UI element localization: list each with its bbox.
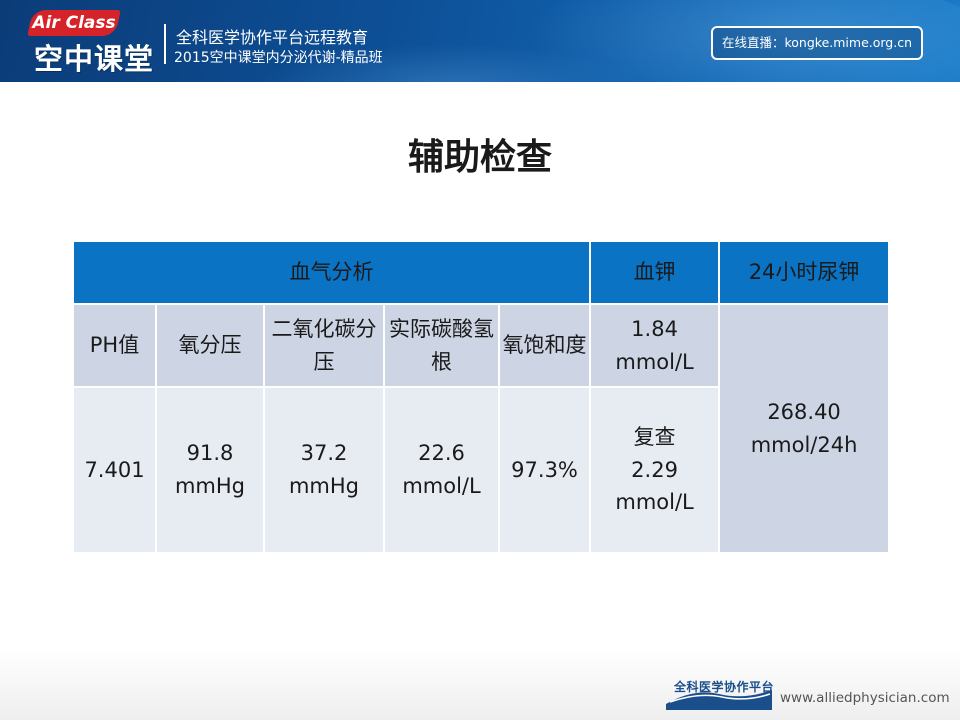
value-hco3: 22.6 mmol/L <box>383 386 500 554</box>
label-po2: 氧分压 <box>155 303 265 388</box>
footer-band <box>0 650 960 720</box>
potassium-first-value: 1.84 mmol/L <box>589 303 721 388</box>
table-row: PH值 氧分压 二氧化碳分压 实际碳酸氢根 氧饱和度 1.84 mmol/L 2… <box>72 303 891 554</box>
potassium-recheck-label: 复查 <box>633 425 676 450</box>
header-potassium: 血钾 <box>589 240 721 305</box>
value-pco2: 37.2 mmHg <box>263 386 385 554</box>
logo-en-text: Air Class <box>32 13 116 33</box>
live-stream-link[interactable]: 在线直播：kongke.mime.org.cn <box>711 26 923 60</box>
label-ph: PH值 <box>72 303 157 388</box>
air-class-logo: Air Class <box>27 10 121 36</box>
value-ph: 7.401 <box>72 386 157 554</box>
header-urine-potassium: 24小时尿钾 <box>718 240 891 305</box>
potassium-recheck-cell: 复查 2.29 mmol/L <box>589 386 721 554</box>
label-so2: 氧饱和度 <box>497 303 592 388</box>
exam-table: 血气分析 血钾 24小时尿钾 PH值 氧分压 二氧化碳分压 实际碳酸氢根 氧饱和… <box>71 240 891 554</box>
header-divider <box>164 24 166 64</box>
header-subtitle-line2: 2015空中课堂内分泌代谢-精品班 <box>174 50 383 66</box>
header-blood-gas: 血气分析 <box>71 240 592 305</box>
potassium-recheck-value: 2.29 mmol/L <box>615 457 694 515</box>
page-title: 辅助检查 <box>407 137 552 178</box>
footer-url[interactable]: www.alliedphysician.com <box>780 690 950 706</box>
header-subtitle-line1: 全科医学协作平台远程教育 <box>176 28 369 47</box>
header-banner: Air Class 空中课堂 全科医学协作平台远程教育 2015空中课堂内分泌代… <box>0 0 960 82</box>
footer-logo-text: 全科医学协作平台 <box>674 680 775 694</box>
label-pco2: 二氧化碳分压 <box>263 303 385 388</box>
value-so2: 97.3% <box>497 386 592 554</box>
urine-potassium-value: 268.40 mmol/24h <box>718 303 891 554</box>
value-po2: 91.8 mmHg <box>155 386 265 554</box>
label-hco3: 实际碳酸氢根 <box>383 303 500 388</box>
logo-cn-text: 空中课堂 <box>34 42 155 76</box>
table-header-row: 血气分析 血钾 24小时尿钾 <box>71 240 891 305</box>
